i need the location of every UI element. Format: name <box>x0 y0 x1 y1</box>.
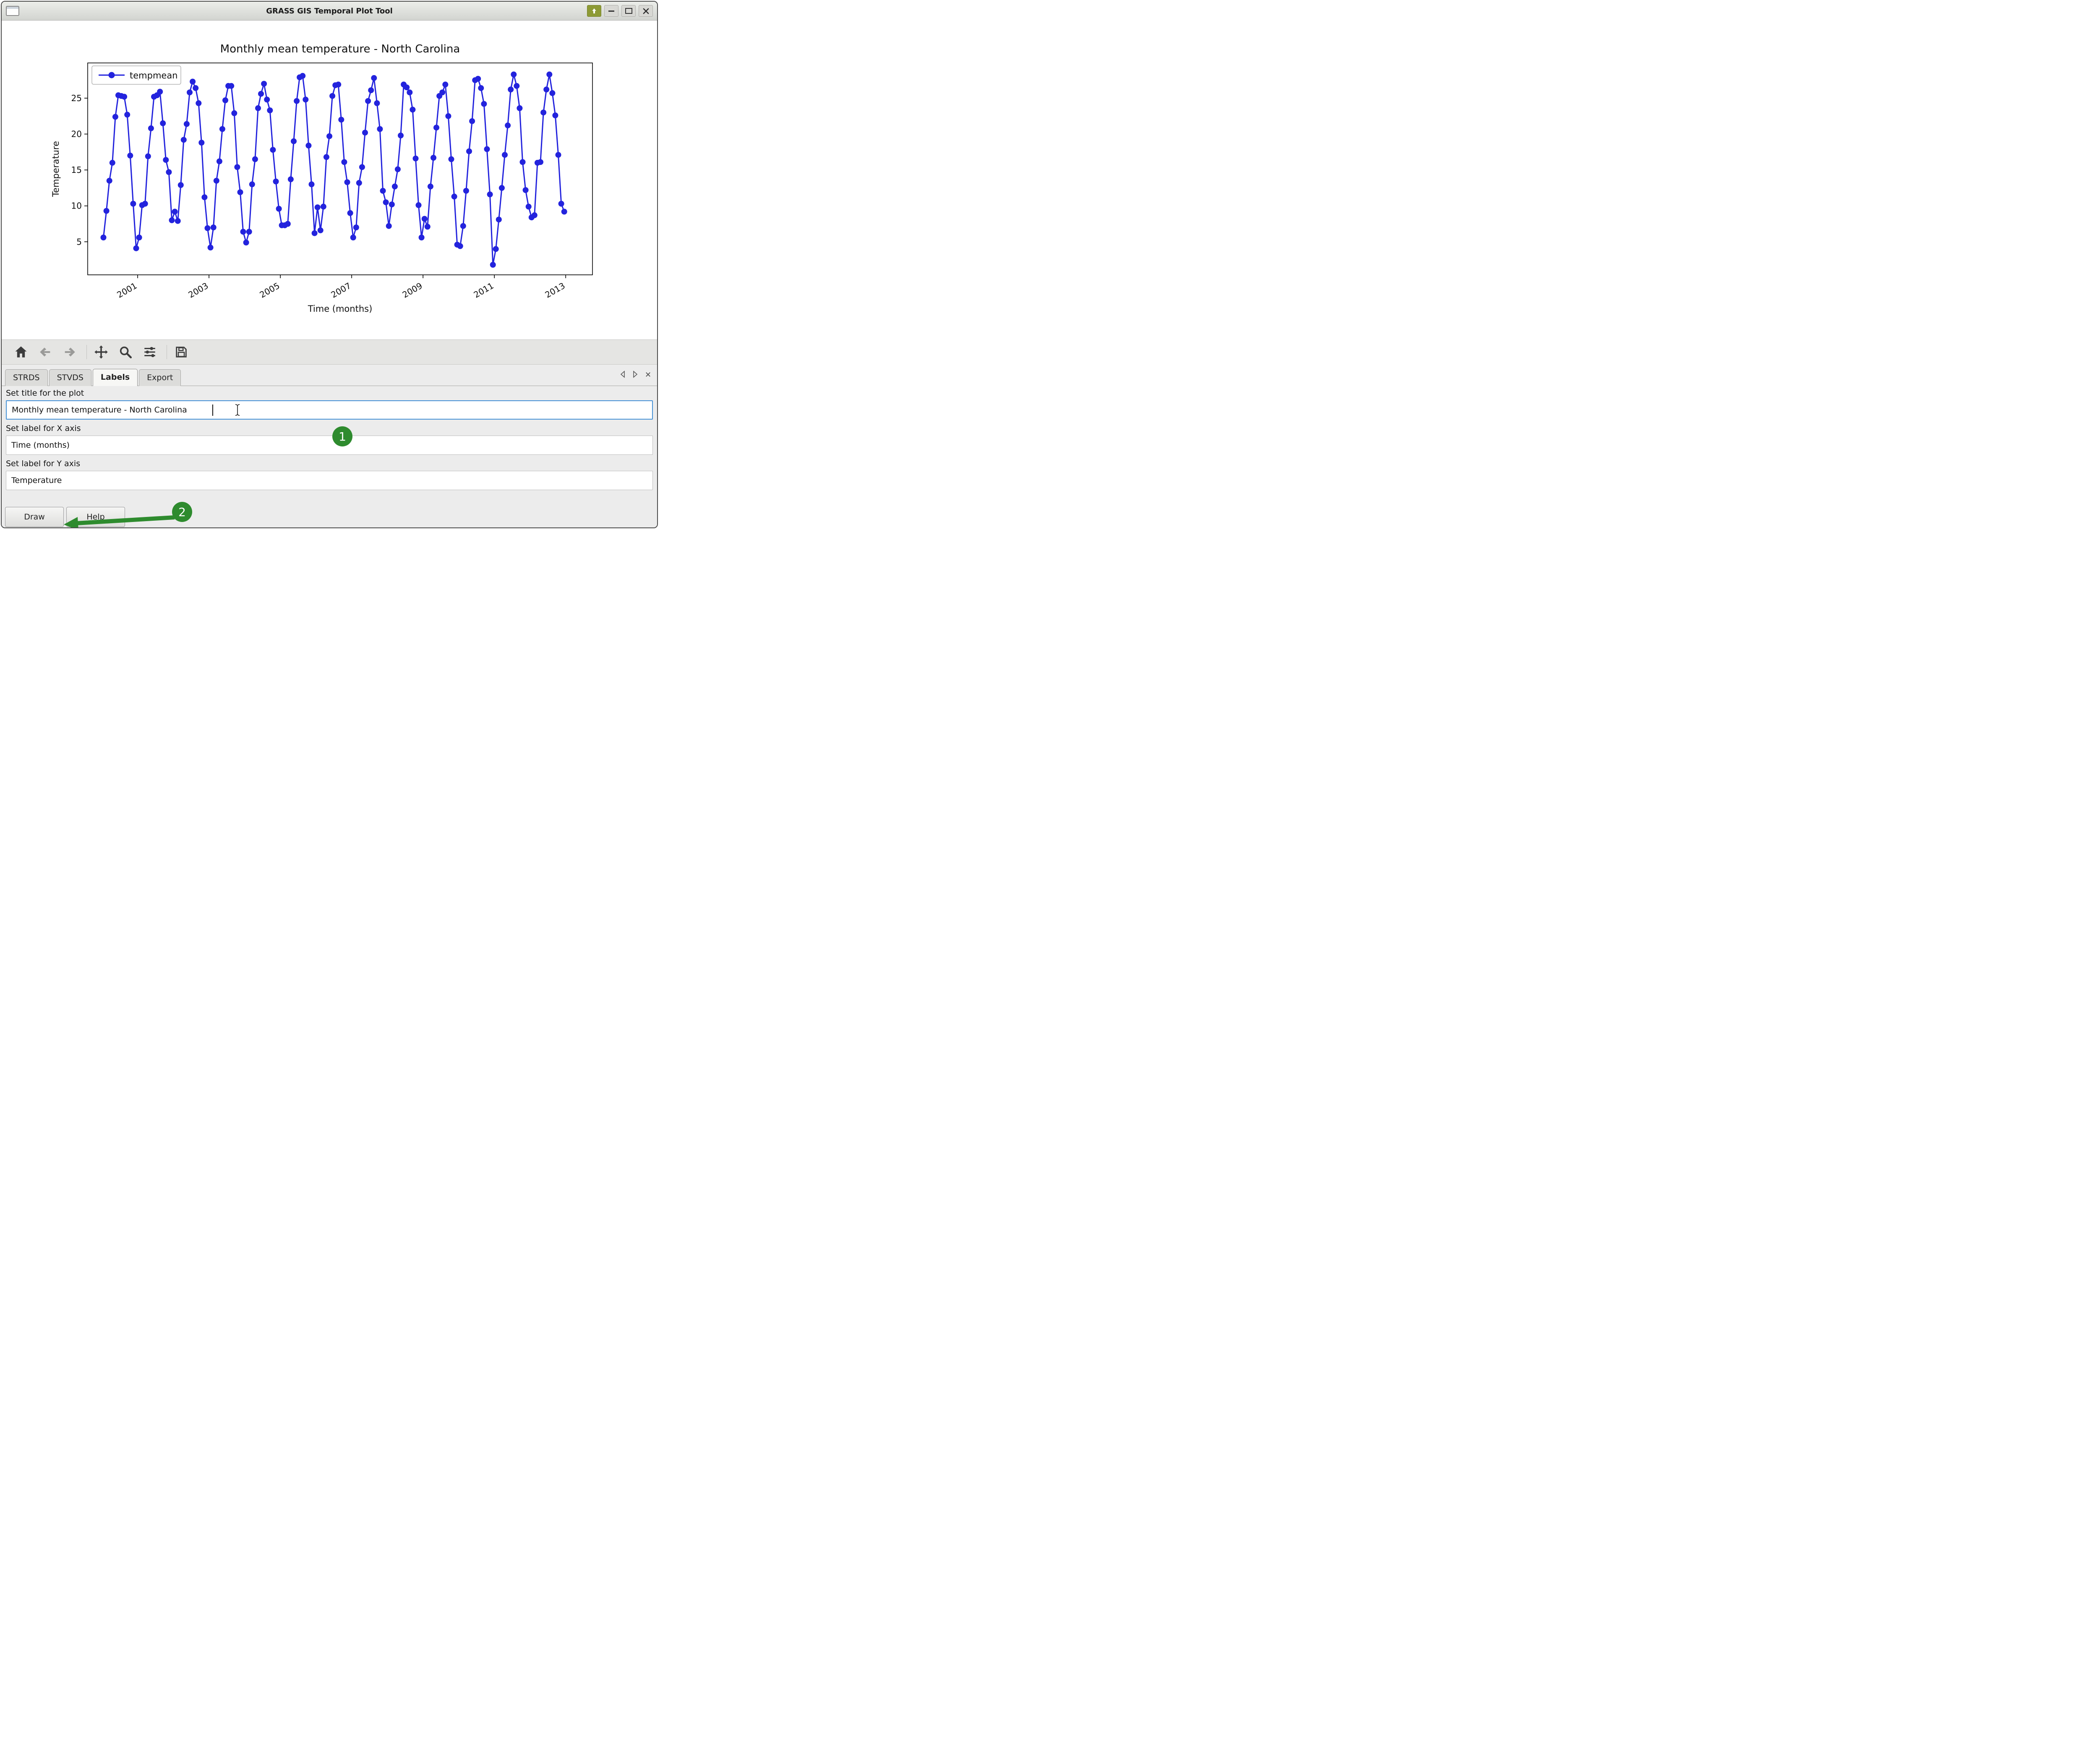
matplotlib-toolbar <box>2 339 657 365</box>
plot-canvas[interactable]: Monthly mean temperature - North Carolin… <box>2 21 657 339</box>
svg-text:Monthly mean temperature - Nor: Monthly mean temperature - North Carolin… <box>220 43 460 55</box>
svg-text:2011: 2011 <box>472 281 496 300</box>
window-controls <box>587 5 653 17</box>
labels-panel: Set title for the plot Set label for X a… <box>2 386 657 528</box>
svg-text:Time (months): Time (months) <box>308 304 373 314</box>
minimize-button[interactable] <box>604 5 618 17</box>
sliders-icon <box>143 345 157 359</box>
x-axis-input[interactable] <box>6 436 653 455</box>
svg-text:2007: 2007 <box>329 281 353 300</box>
svg-text:2001: 2001 <box>115 281 138 300</box>
forward-arrow-icon <box>63 345 77 359</box>
save-button[interactable] <box>173 344 190 360</box>
pan-button[interactable] <box>93 344 110 360</box>
close-button[interactable] <box>639 5 653 17</box>
tab-stvds[interactable]: STVDS <box>49 369 91 386</box>
tab-strds[interactable]: STRDS <box>5 369 48 386</box>
svg-text:10: 10 <box>71 201 82 211</box>
zoom-button[interactable] <box>117 344 134 360</box>
action-button-row: Draw Help <box>2 492 657 528</box>
y-axis-input[interactable] <box>6 471 653 490</box>
svg-text:tempmean: tempmean <box>130 70 178 81</box>
draw-button[interactable]: Draw <box>5 507 64 527</box>
home-icon <box>14 345 28 359</box>
x-axis-label: Set label for X axis <box>2 421 657 435</box>
save-floppy-icon <box>174 345 188 359</box>
shade-window-button[interactable] <box>587 5 601 17</box>
toolbar-separator <box>86 345 87 359</box>
help-button[interactable]: Help <box>66 507 125 527</box>
tab-bar-controls <box>620 371 651 378</box>
forward-button[interactable] <box>61 344 78 360</box>
home-button[interactable] <box>13 344 29 360</box>
tab-close-icon[interactable] <box>645 371 651 378</box>
text-caret <box>212 404 213 416</box>
up-arrow-icon <box>591 8 598 14</box>
window-menu-icon[interactable] <box>6 6 19 16</box>
y-axis-label: Set label for Y axis <box>2 457 657 470</box>
svg-text:5: 5 <box>76 237 82 247</box>
ibeam-cursor <box>234 404 241 416</box>
tab-scroll-left-icon[interactable] <box>620 371 626 378</box>
svg-text:25: 25 <box>71 93 82 103</box>
maximize-icon <box>625 8 632 14</box>
zoom-magnifier-icon <box>118 345 133 359</box>
svg-text:15: 15 <box>71 165 82 175</box>
tab-export[interactable]: Export <box>139 369 181 386</box>
grass-gis-temporal-plot-window: GRASS GIS Temporal Plot Tool Monthly mea… <box>1 1 658 528</box>
svg-text:2005: 2005 <box>258 281 282 300</box>
plot-title-label: Set title for the plot <box>2 386 657 399</box>
pan-move-icon <box>94 344 109 360</box>
svg-text:2013: 2013 <box>543 281 567 300</box>
svg-text:20: 20 <box>71 129 82 139</box>
configure-subplots-button[interactable] <box>141 344 158 360</box>
close-icon <box>643 8 649 14</box>
tab-scroll-right-icon[interactable] <box>632 371 638 378</box>
svg-text:2009: 2009 <box>401 281 424 300</box>
svg-text:2003: 2003 <box>186 281 210 300</box>
back-arrow-icon <box>38 345 52 359</box>
back-button[interactable] <box>37 344 54 360</box>
notebook-tab-bar: STRDS STVDS Labels Export <box>2 365 657 386</box>
plot-title-input[interactable] <box>6 400 653 420</box>
tab-labels[interactable]: Labels <box>93 369 138 386</box>
annotation-step-1: 1 <box>332 426 352 446</box>
minimize-icon <box>608 10 614 12</box>
temperature-line-chart: Monthly mean temperature - North Carolin… <box>2 21 657 339</box>
maximize-button[interactable] <box>621 5 636 17</box>
annotation-step-2: 2 <box>172 502 192 522</box>
svg-text:Temperature: Temperature <box>51 141 61 197</box>
window-title: GRASS GIS Temporal Plot Tool <box>2 7 657 16</box>
titlebar[interactable]: GRASS GIS Temporal Plot Tool <box>2 2 657 21</box>
